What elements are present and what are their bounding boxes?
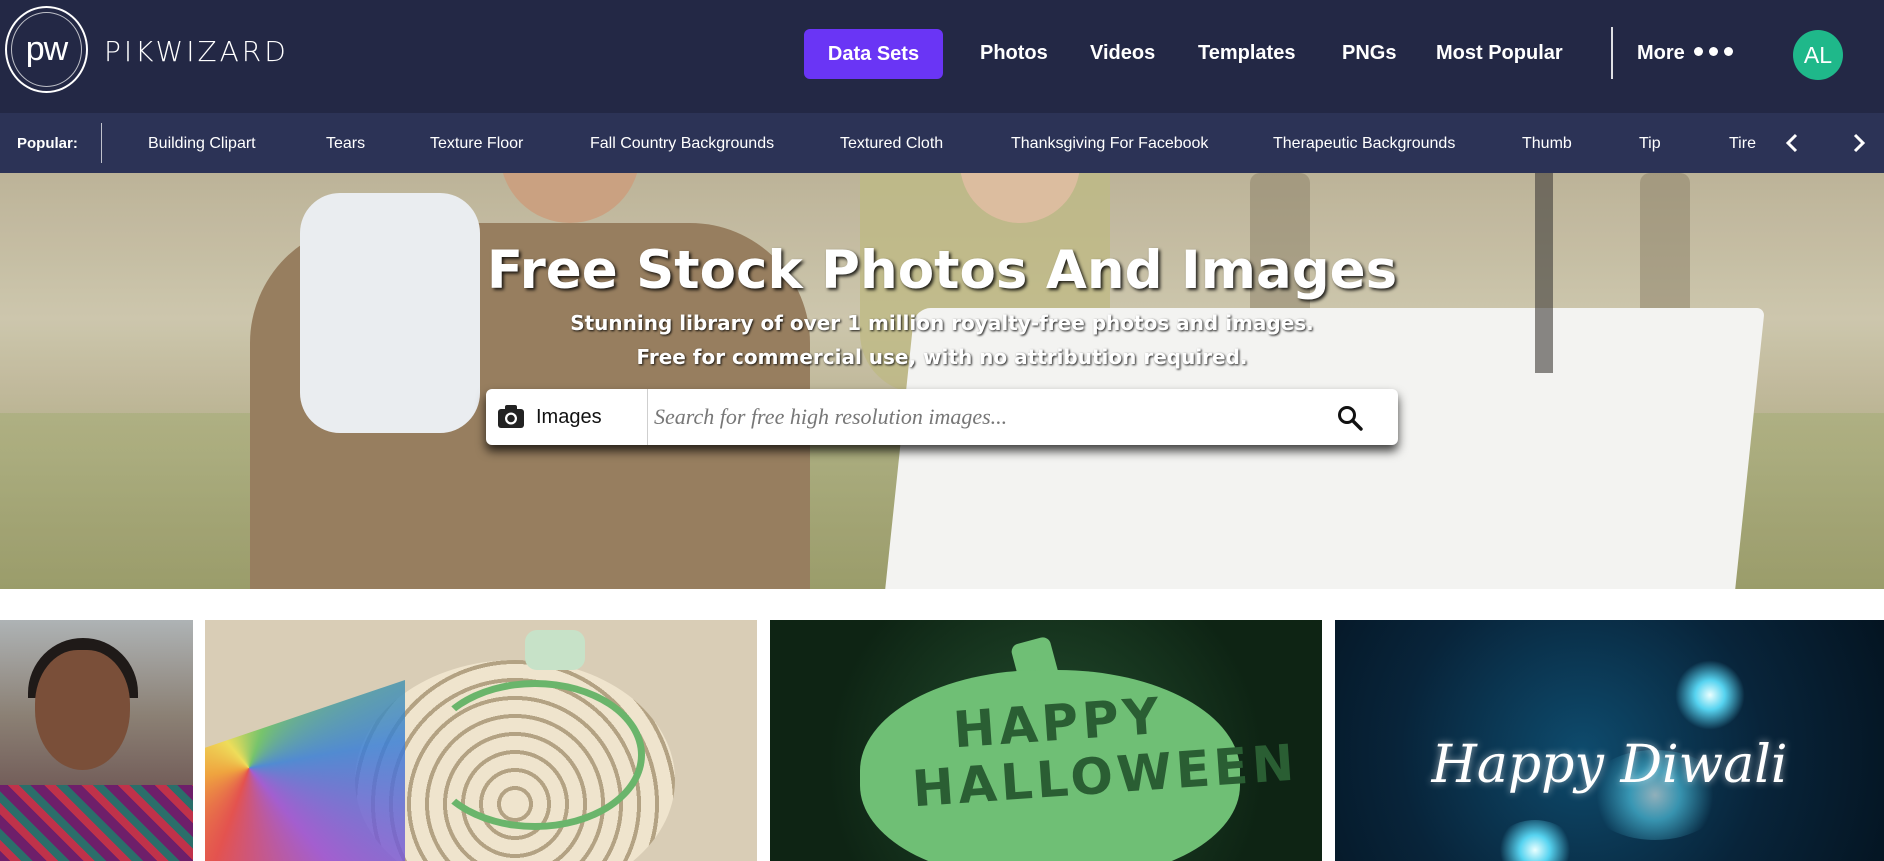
tile-sparkle bbox=[1675, 660, 1745, 730]
hero-title: Free Stock Photos And Images bbox=[486, 240, 1398, 301]
chevron-left-icon[interactable] bbox=[1782, 131, 1802, 155]
tile-sparkle bbox=[1495, 820, 1575, 861]
tile-diwali-text: Happy Diwali bbox=[1431, 735, 1788, 795]
gallery-image-tile[interactable]: HAPPY HALLOWEEN bbox=[770, 620, 1322, 861]
search-type-selector[interactable]: Images bbox=[486, 389, 648, 445]
popular-item[interactable]: Thumb bbox=[1522, 135, 1572, 153]
chevron-right-icon[interactable] bbox=[1849, 131, 1869, 155]
popular-item[interactable]: Textured Cloth bbox=[840, 135, 943, 153]
user-avatar[interactable]: AL bbox=[1793, 30, 1843, 80]
popular-item[interactable]: Fall Country Backgrounds bbox=[590, 135, 774, 153]
gallery-image-tile[interactable] bbox=[205, 620, 757, 861]
popular-item[interactable]: Thanksgiving For Facebook bbox=[1011, 135, 1208, 153]
tile-face bbox=[35, 650, 130, 770]
logo-text[interactable]: PIKWIZARD bbox=[104, 35, 289, 68]
popular-item[interactable]: Tears bbox=[326, 135, 365, 153]
top-header: pw PIKWIZARD Data Sets Photos Videos Tem… bbox=[0, 0, 1884, 113]
popular-item[interactable]: Building Clipart bbox=[148, 135, 256, 153]
logo-mark-text: pw bbox=[25, 30, 68, 68]
popular-bar: Popular: Building Clipart Tears Texture … bbox=[0, 113, 1884, 173]
tile-clothing bbox=[0, 785, 193, 861]
more-dots-icon[interactable] bbox=[1694, 47, 1733, 56]
nav-more-button[interactable]: More bbox=[1637, 42, 1685, 65]
camera-icon bbox=[498, 405, 524, 428]
nav-videos-link[interactable]: Videos bbox=[1090, 42, 1155, 65]
nav-templates-link[interactable]: Templates bbox=[1198, 42, 1295, 65]
nav-divider bbox=[1611, 27, 1613, 79]
hero-subtitle-line2: Free for commercial use, with no attribu… bbox=[636, 345, 1248, 369]
hero-banner bbox=[0, 173, 1884, 589]
popular-divider bbox=[101, 123, 102, 163]
gallery-image-tile[interactable] bbox=[0, 620, 193, 861]
search-type-label: Images bbox=[536, 406, 602, 428]
tile-puzzle-piece bbox=[525, 630, 585, 670]
search-icon[interactable] bbox=[1337, 405, 1363, 431]
hero-overlay bbox=[0, 173, 1884, 589]
tile-maze-path bbox=[425, 680, 645, 830]
tile-pencils bbox=[205, 680, 405, 861]
nav-data-sets-button[interactable]: Data Sets bbox=[804, 29, 943, 79]
popular-label: Popular: bbox=[17, 135, 78, 152]
popular-item[interactable]: Therapeutic Backgrounds bbox=[1273, 135, 1455, 153]
popular-item[interactable]: Texture Floor bbox=[430, 135, 523, 153]
gallery-image-tile[interactable]: Happy Diwali bbox=[1335, 620, 1884, 861]
nav-most-popular-link[interactable]: Most Popular bbox=[1436, 42, 1563, 65]
popular-item[interactable]: Tip bbox=[1639, 135, 1661, 153]
nav-pngs-link[interactable]: PNGs bbox=[1342, 42, 1396, 65]
tile-halloween-text: HAPPY HALLOWEEN bbox=[910, 686, 1300, 819]
nav-photos-link[interactable]: Photos bbox=[980, 42, 1048, 65]
search-input[interactable] bbox=[654, 399, 1304, 435]
hero-subtitle-line1: Stunning library of over 1 million royal… bbox=[570, 311, 1314, 335]
search-bar: Images bbox=[486, 389, 1398, 445]
popular-item[interactable]: Tire bbox=[1729, 135, 1756, 153]
logo-mark[interactable]: pw bbox=[5, 6, 88, 93]
